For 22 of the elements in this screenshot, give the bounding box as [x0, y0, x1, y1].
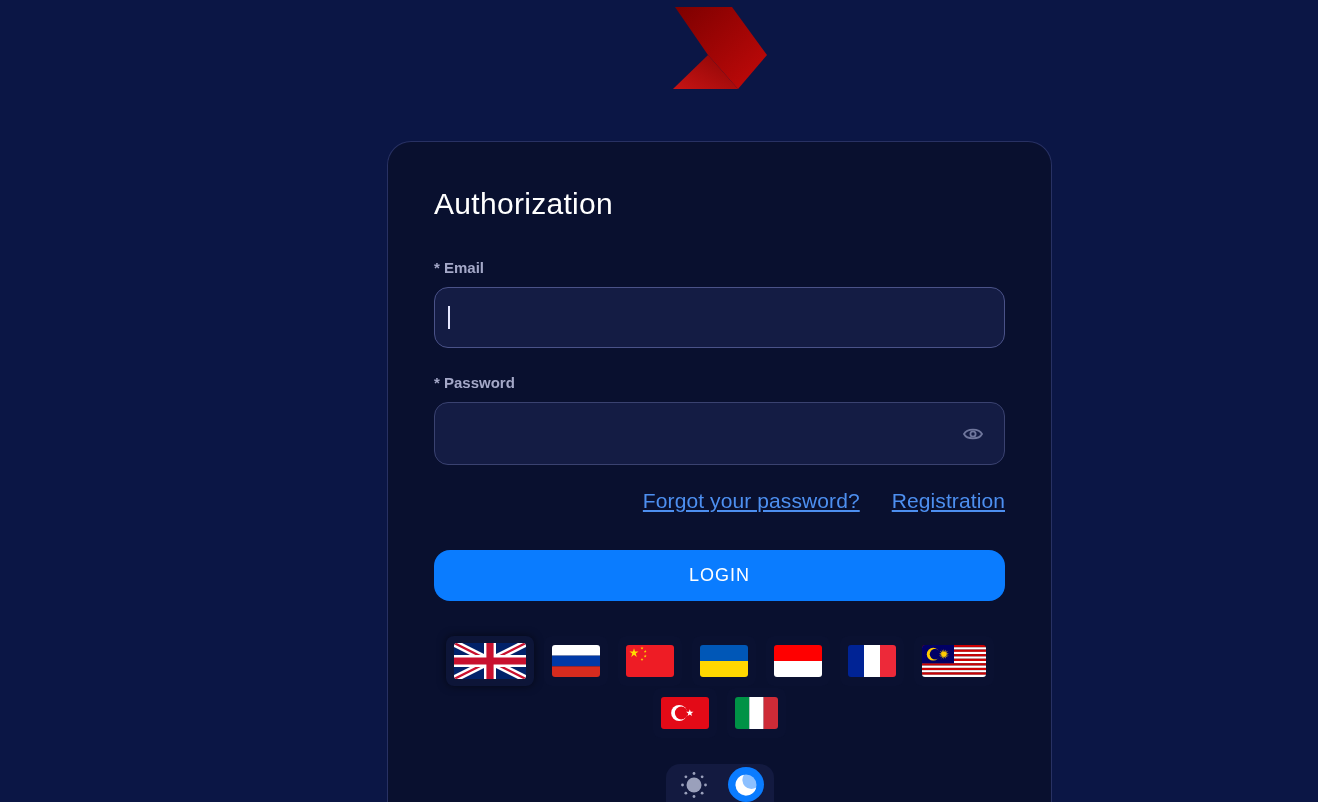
registration-link[interactable]: Registration — [891, 489, 1005, 513]
login-button[interactable]: LOGIN — [434, 550, 1005, 601]
sun-icon — [680, 771, 707, 798]
malaysian-flag-icon — [921, 645, 986, 677]
dark-theme-button[interactable] — [727, 767, 764, 802]
russian-flag-icon — [551, 645, 600, 677]
forgot-password-link[interactable]: Forgot your password? — [642, 489, 860, 513]
password-label: * Password — [434, 373, 516, 393]
ukrainian-flag-icon — [699, 645, 748, 677]
password-field[interactable] — [434, 402, 1005, 465]
eye-icon[interactable] — [963, 426, 983, 441]
chinese-flag-icon — [625, 645, 674, 677]
french-flag-icon — [847, 645, 896, 677]
form-title: Authorization — [434, 187, 614, 221]
turkish-flag-icon — [661, 697, 709, 729]
british-flag-icon — [453, 643, 526, 679]
moon-icon — [734, 773, 757, 796]
italian-flag-icon — [735, 697, 778, 729]
indonesian-flag-icon — [773, 645, 822, 677]
language-button[interactable] — [445, 636, 534, 686]
email-field[interactable] — [434, 287, 1005, 348]
email-label: * Email — [434, 258, 486, 278]
